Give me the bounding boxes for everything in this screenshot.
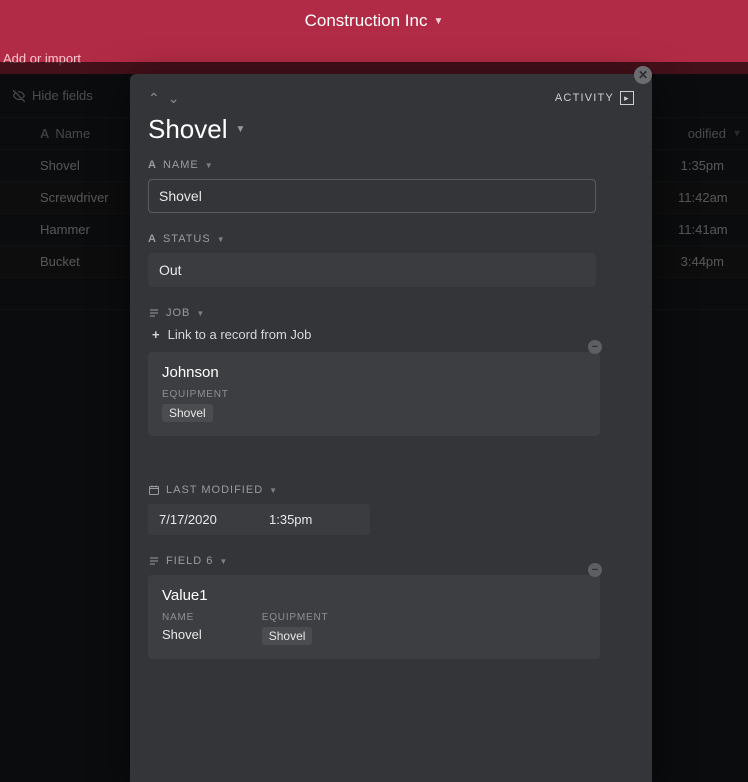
field-label-field6-text: FIELD 6 [166, 555, 213, 567]
cell-time: 1:35pm [678, 158, 748, 173]
close-button[interactable]: ✕ [634, 66, 652, 84]
chevron-down-icon: ▼ [236, 124, 246, 135]
prev-record-button[interactable]: ⌃ [148, 90, 160, 107]
hide-fields-label: Hide fields [32, 88, 93, 103]
text-field-icon: A [148, 233, 157, 245]
link-field-icon [148, 307, 160, 319]
hide-fields-button[interactable]: Hide fields [12, 88, 93, 103]
close-icon: ✕ [638, 68, 648, 82]
field-6: FIELD 6 ▼ − Value1 NAME Shovel EQUIPMENT… [130, 555, 652, 679]
workspace-switcher[interactable]: Construction Inc ▼ [305, 11, 444, 31]
chevron-down-icon: ▼ [217, 235, 226, 244]
field-label-job-text: JOB [166, 307, 190, 319]
card-name-label: NAME [162, 612, 202, 623]
linked-record-sublabel: EQUIPMENT [162, 389, 586, 400]
card-equipment-label: EQUIPMENT [262, 612, 329, 623]
text-field-icon: A [148, 159, 157, 171]
chevron-down-icon: ▼ [196, 309, 205, 318]
card-name-value: Shovel [162, 627, 202, 642]
remove-link-button[interactable]: − [588, 340, 602, 354]
text-field-icon: A [40, 126, 49, 141]
cell-time: 3:44pm [678, 254, 748, 269]
eye-off-icon [12, 89, 26, 103]
column-header-lastmod-label: odified [688, 126, 726, 141]
chevron-down-icon: ▼ [732, 128, 742, 139]
field-label-name-text: NAME [163, 159, 199, 171]
card-equipment-chip: Shovel [262, 627, 313, 645]
add-or-import-button[interactable]: Add or import [3, 51, 81, 66]
field-status: A STATUS ▼ [130, 233, 652, 307]
record-detail-panel: ⌃ ⌄ ACTIVITY ▸ Shovel ▼ A NAME ▼ A [130, 74, 652, 782]
field-label-lastmod[interactable]: LAST MODIFIED ▼ [148, 484, 634, 496]
linked-record-card[interactable]: − Johnson EQUIPMENT Shovel [148, 352, 600, 436]
chevron-down-icon: ▼ [205, 161, 214, 170]
linked-record-title: Johnson [162, 364, 586, 381]
workspace-title: Construction Inc [305, 11, 428, 31]
field-label-lastmod-text: LAST MODIFIED [166, 484, 263, 496]
panel-nav: ⌃ ⌄ ACTIVITY ▸ [130, 74, 652, 110]
next-record-button[interactable]: ⌄ [168, 90, 180, 107]
field-label-job[interactable]: JOB ▼ [148, 307, 634, 319]
field-name: A NAME ▼ [130, 159, 652, 233]
lastmod-time[interactable]: 1:35pm [258, 504, 370, 535]
linked-record-card[interactable]: − Value1 NAME Shovel EQUIPMENT Shovel [148, 575, 600, 659]
chevron-down-icon: ▼ [219, 557, 228, 566]
field-last-modified: LAST MODIFIED ▼ 7/17/2020 1:35pm [130, 464, 652, 555]
chevron-down-icon: ▼ [433, 16, 443, 27]
link-record-text: Link to a record from Job [168, 327, 312, 342]
linked-record-title: Value1 [162, 587, 586, 604]
plus-icon: + [152, 327, 160, 342]
remove-link-button[interactable]: − [588, 563, 602, 577]
field-label-name[interactable]: A NAME ▼ [148, 159, 634, 171]
lastmod-date[interactable]: 7/17/2020 [148, 504, 258, 535]
field-label-status[interactable]: A STATUS ▼ [148, 233, 634, 245]
status-input[interactable] [148, 253, 596, 287]
clock-icon [148, 484, 160, 496]
record-detail-scroll[interactable]: ⌃ ⌄ ACTIVITY ▸ Shovel ▼ A NAME ▼ A [130, 74, 652, 782]
chevron-down-icon: ▼ [269, 486, 278, 495]
field-label-field6[interactable]: FIELD 6 ▼ [148, 555, 634, 567]
expand-icon: ▸ [620, 91, 634, 105]
activity-toggle[interactable]: ACTIVITY ▸ [555, 91, 634, 105]
name-input[interactable] [148, 179, 596, 213]
field-label-status-text: STATUS [163, 233, 211, 245]
link-field-icon [148, 555, 160, 567]
record-title-text: Shovel [148, 114, 228, 145]
column-header-name-label: Name [55, 126, 90, 141]
record-title[interactable]: Shovel ▼ [130, 110, 652, 159]
activity-label: ACTIVITY [555, 92, 614, 104]
app-header: Construction Inc ▼ [0, 0, 748, 42]
field-job: JOB ▼ + Link to a record from Job − John… [130, 307, 652, 464]
linked-record-chip: Shovel [162, 404, 213, 422]
cell-time: 11:41am [678, 222, 748, 237]
cell-time: 11:42am [678, 190, 748, 205]
link-record-button[interactable]: + Link to a record from Job [148, 327, 634, 342]
